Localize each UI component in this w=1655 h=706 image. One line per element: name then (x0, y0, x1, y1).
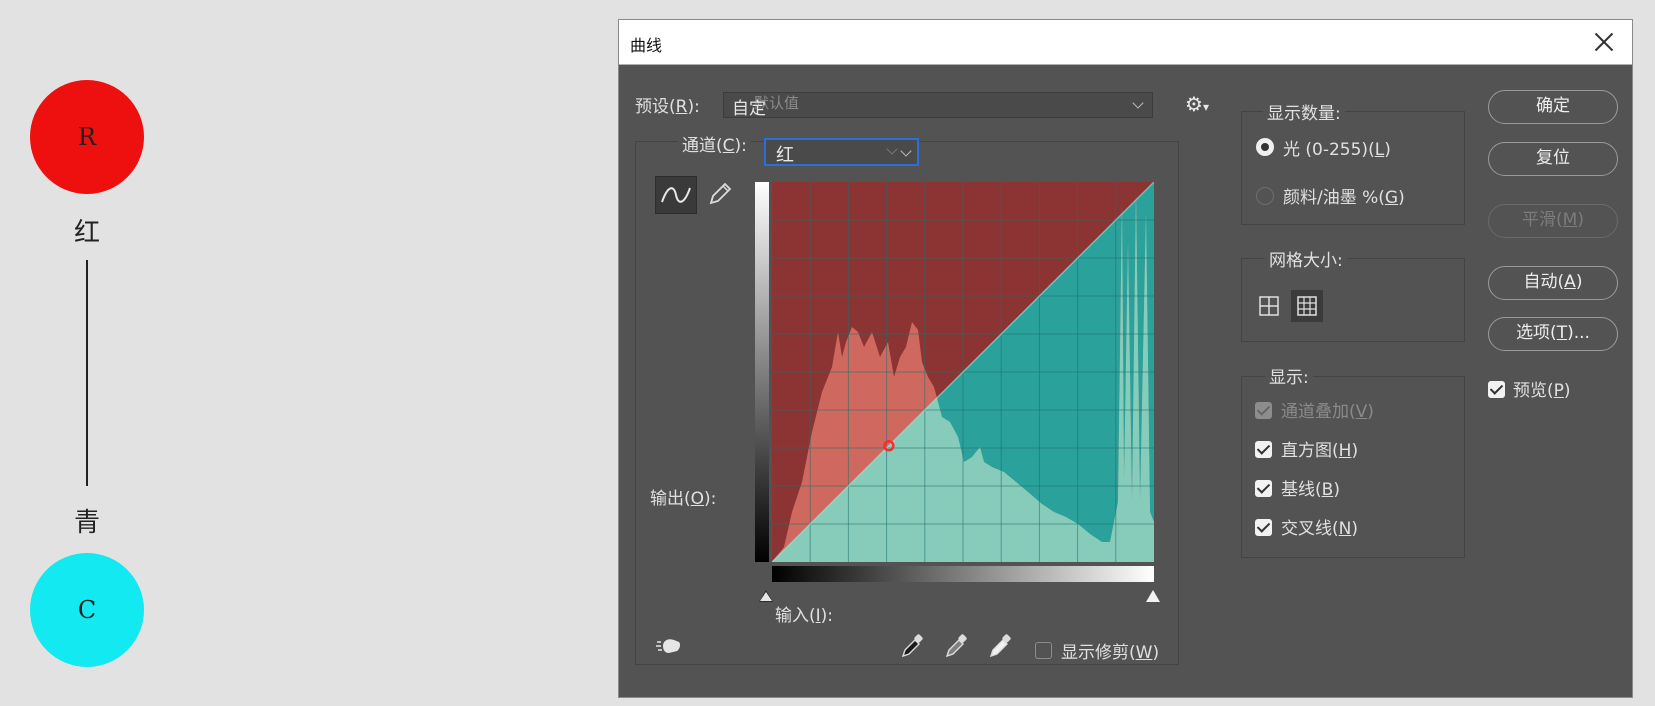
preview-label: 预览(P) (1513, 381, 1571, 401)
input-label: 输入(I): (775, 606, 834, 626)
preset-label: 预设(R): (635, 97, 700, 117)
baseline-checkbox[interactable] (1255, 480, 1272, 497)
channel-select[interactable]: 红 (764, 138, 919, 166)
channel-label: 通道(C): (678, 131, 751, 156)
channel-overlay-checkbox[interactable] (1255, 402, 1272, 419)
intersection-line-label: 交叉线(N) (1281, 519, 1358, 539)
curves-dialog: 曲线 预设(R): 默认值 自定 ⚙▾ 通道(C): 红 输出(O): 输入(I… (618, 19, 1633, 698)
show-clipping-label: 显示修剪(W) (1061, 643, 1160, 663)
connector-line (86, 260, 88, 486)
output-gradient-bar (755, 182, 769, 562)
cyan-letter: C (77, 596, 97, 624)
preset-select[interactable]: 默认值 自定 (723, 92, 1153, 119)
output-label: 输出(O): (650, 489, 717, 509)
cyan-circle: C (30, 553, 144, 667)
title-bar: 曲线 (619, 20, 1632, 65)
light-radio[interactable] (1256, 138, 1274, 156)
black-point-slider-inner (760, 592, 772, 601)
close-icon[interactable] (1588, 26, 1620, 58)
grid-size-title: 网格大小: (1265, 246, 1347, 271)
baseline-label: 基线(B) (1281, 480, 1340, 500)
preview-checkbox[interactable] (1488, 381, 1505, 398)
red-circle: R (30, 80, 144, 194)
display-amount-title: 显示数量: (1263, 99, 1345, 124)
detailed-grid-icon[interactable] (1291, 290, 1323, 322)
curve-tool-icon (661, 187, 691, 203)
pigment-radio-label: 颜料/油墨 %(G) (1283, 188, 1405, 208)
curve-tool-button[interactable] (655, 176, 697, 214)
show-title: 显示: (1265, 363, 1313, 388)
light-radio-label: 光 (0-255)(L) (1283, 140, 1391, 160)
chevron-down-icon (1132, 97, 1144, 109)
options-button[interactable]: 选项(T)... (1488, 317, 1618, 351)
pigment-radio[interactable] (1256, 187, 1274, 205)
red-label: 红 (73, 218, 100, 248)
pencil-icon (709, 182, 732, 205)
red-letter: R (77, 123, 97, 151)
white-eyedropper-icon[interactable] (987, 632, 1013, 660)
curve-graph[interactable] (772, 182, 1154, 562)
channel-value: 红 (776, 145, 794, 166)
reset-button[interactable]: 复位 (1488, 142, 1618, 176)
preset-value: 自定 (732, 99, 766, 119)
hand-adjust-icon[interactable] (655, 632, 685, 658)
simple-grid-icon[interactable] (1253, 290, 1285, 322)
channel-overlay-label: 通道叠加(V) (1281, 402, 1374, 422)
chevron-down-ghost-icon (886, 143, 898, 155)
cyan-label: 青 (73, 508, 100, 538)
show-clipping-checkbox[interactable] (1035, 642, 1052, 659)
histogram-label: 直方图(H) (1281, 441, 1359, 461)
gear-icon[interactable]: ⚙▾ (1185, 92, 1209, 116)
intersection-line-checkbox[interactable] (1255, 519, 1272, 536)
pencil-tool-button[interactable] (703, 178, 735, 210)
ok-button[interactable]: 确定 (1488, 90, 1618, 124)
chevron-down-icon (900, 145, 912, 157)
histogram-checkbox[interactable] (1255, 441, 1272, 458)
white-point-slider[interactable] (1146, 590, 1160, 602)
smooth-button[interactable]: 平滑(M) (1488, 204, 1618, 238)
gray-eyedropper-icon[interactable] (943, 632, 969, 660)
input-gradient-bar (772, 566, 1154, 582)
black-eyedropper-icon[interactable] (899, 632, 925, 660)
auto-button[interactable]: 自动(A) (1488, 266, 1618, 300)
dialog-title: 曲线 (630, 36, 663, 55)
